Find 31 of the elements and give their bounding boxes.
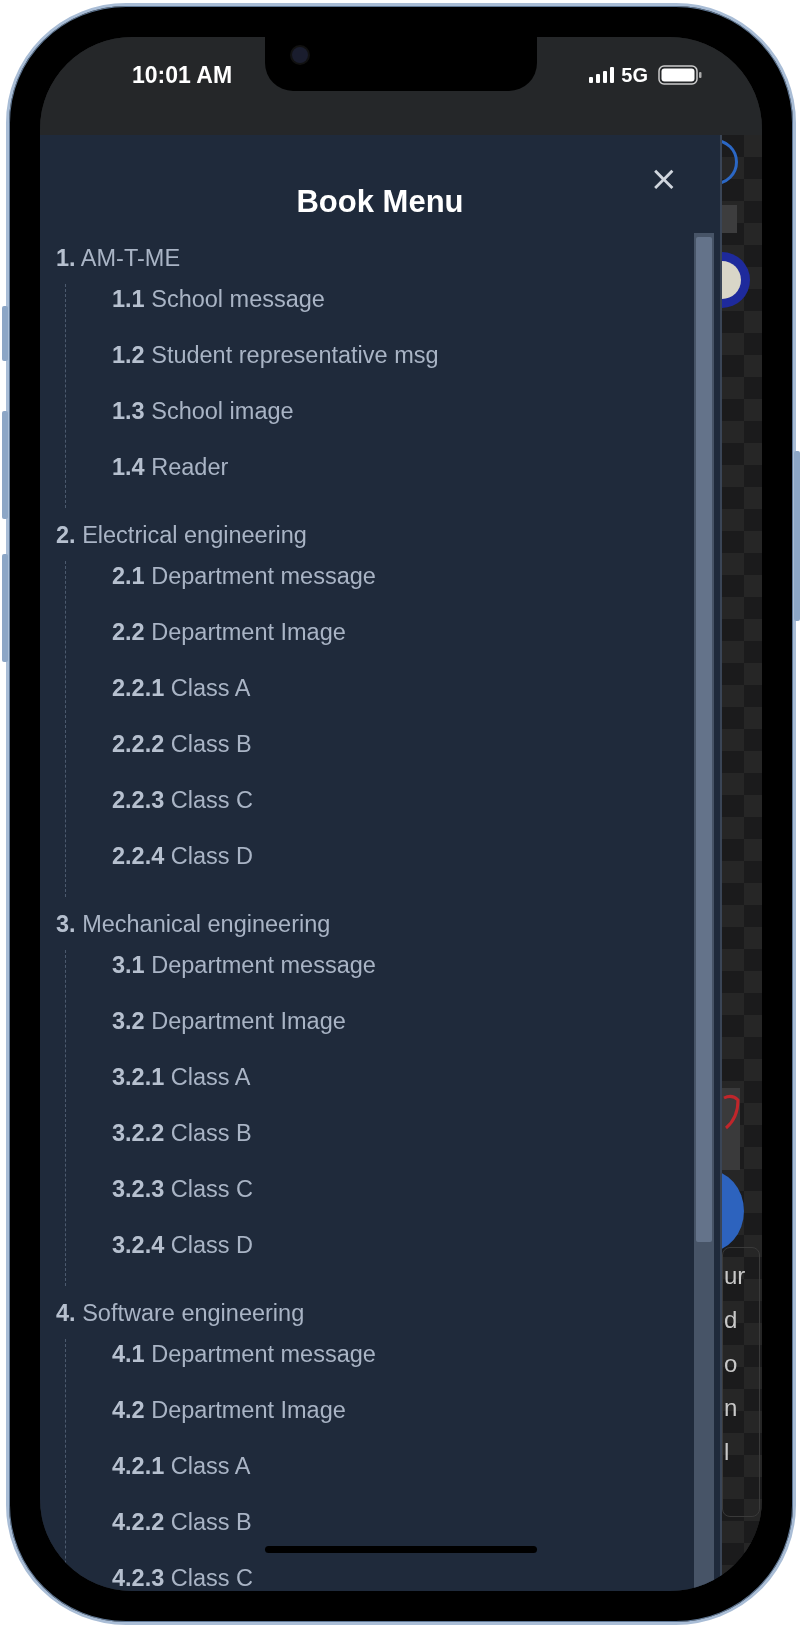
text-fragment: o [723,1349,738,1379]
menu-item[interactable]: 2.2.1 Class A [112,673,694,729]
battery-icon [658,65,702,85]
menu-item[interactable]: 3.2.3 Class C [112,1174,694,1230]
menu-item[interactable]: 4.2.3 Class C [112,1563,694,1591]
menu-item[interactable]: 2.2.2 Class B [112,729,694,785]
menu-item[interactable]: 1.4 Reader [112,452,694,508]
menu-item[interactable]: 1.3 School image [112,396,694,452]
text-fragment: l [723,1437,730,1467]
tile [722,205,737,233]
network-label: 5G [621,63,648,87]
camera-dot [292,47,308,63]
menu-item[interactable]: 4.2.2 Class B [112,1507,694,1563]
menu-item[interactable]: 3.2.4 Class D [112,1230,694,1286]
menu-item[interactable]: 3.2.2 Class B [112,1118,694,1174]
text-fragment: ur [723,1261,746,1291]
shield-icon [722,1092,740,1132]
menu-item[interactable]: 4.2.1 Class A [112,1451,694,1507]
text-fragment: n [723,1393,738,1423]
close-button[interactable]: × [645,161,682,195]
drawer-title: Book Menu [296,183,464,220]
text-fragment: d [723,1305,738,1335]
menu-item[interactable]: 2.2.3 Class C [112,785,694,841]
signal-icon [589,67,616,83]
menu-item[interactable]: 1.2 Student representative msg [112,340,694,396]
menu-item[interactable]: 2.2.4 Class D [112,841,694,897]
status-time: 10:01 AM [132,61,233,89]
menu-item[interactable]: 3.2 Department Image [112,1006,694,1062]
menu-item[interactable]: 3.2.1 Class A [112,1062,694,1118]
menu-item[interactable]: 4.2 Department Image [112,1395,694,1451]
menu-item[interactable]: 2.2 Department Image [112,617,694,673]
